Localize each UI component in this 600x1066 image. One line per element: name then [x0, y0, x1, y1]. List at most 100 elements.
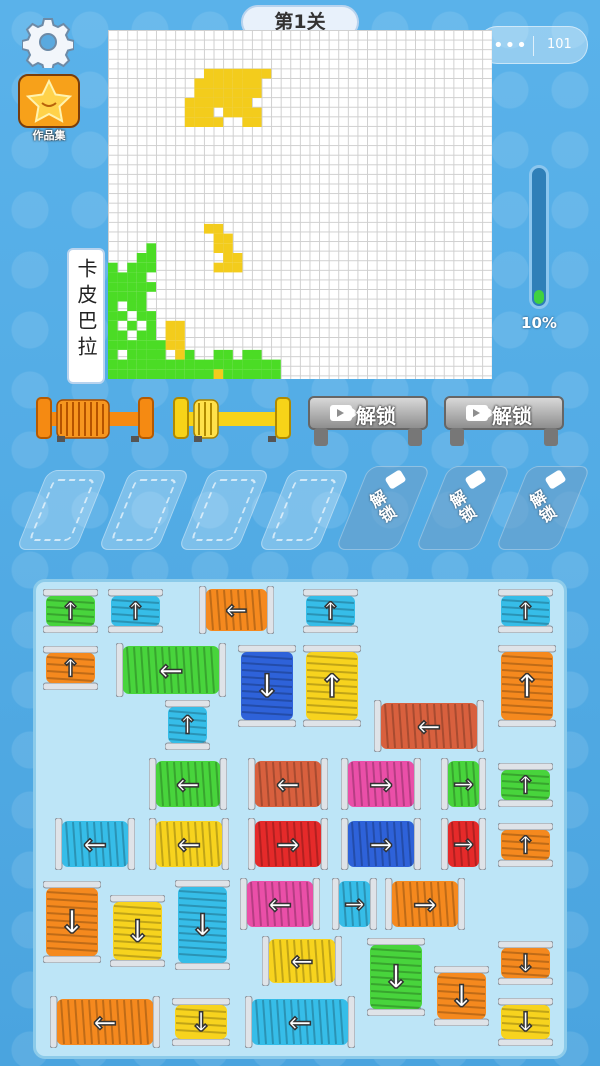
- orange-spool-down[interactable]: ↓: [497, 940, 554, 986]
- pixel-yellow: [213, 88, 224, 98]
- spool-graphic: ↓: [237, 644, 297, 728]
- yellow-spool-up[interactable]: ↑: [302, 644, 362, 728]
- pixel-yellow: [223, 243, 233, 253]
- pixel-yellow: [242, 88, 252, 98]
- pixel-green: [204, 369, 214, 379]
- orange-spool-left[interactable]: ←: [49, 995, 161, 1049]
- arrow-up-icon: ↑: [514, 667, 541, 705]
- green-spool-up[interactable]: ↑: [497, 762, 554, 808]
- pixel-green: [223, 349, 233, 360]
- pink-spool-left[interactable]: ←: [239, 877, 321, 931]
- pixel-yellow: [232, 107, 243, 118]
- cyan-spool-right[interactable]: →: [331, 877, 378, 931]
- orange-reel[interactable]: [35, 392, 155, 444]
- orange-spool-down[interactable]: ↓: [433, 965, 490, 1027]
- yellow-spool-down[interactable]: ↓: [109, 894, 166, 968]
- pixel-yellow: [213, 262, 224, 273]
- arrow-right-icon: →: [344, 890, 365, 919]
- pixel-green: [146, 262, 156, 273]
- pixel-green: [146, 243, 156, 253]
- pixel-grid: [108, 30, 492, 379]
- gear-icon[interactable]: [22, 16, 74, 68]
- pixel-yellow: [223, 253, 233, 263]
- orange-spool-right[interactable]: →: [384, 877, 466, 931]
- orange-spool-up[interactable]: ↑: [42, 645, 99, 691]
- orange-spool-down[interactable]: ↓: [42, 880, 102, 964]
- red-spool-right[interactable]: →: [247, 817, 329, 871]
- pixel-green: [117, 369, 128, 379]
- yellow-spool-down[interactable]: ↓: [497, 997, 554, 1047]
- pixel-yellow: [232, 78, 243, 89]
- pixel-yellow: [175, 349, 185, 360]
- pixel-green: [261, 359, 272, 370]
- works-button[interactable]: 作品集: [16, 74, 82, 142]
- unlock-reel-button-2[interactable]: 解锁: [444, 396, 564, 430]
- green-spool-right[interactable]: →: [440, 757, 487, 811]
- red-spool-right[interactable]: →: [440, 817, 487, 871]
- pixel-green: [184, 359, 195, 370]
- yellow-spool-down[interactable]: ↓: [171, 997, 231, 1047]
- unlock-reel-button-1[interactable]: 解锁: [308, 396, 428, 430]
- cyan-spool-up[interactable]: ↑: [107, 588, 164, 634]
- pixel-green: [175, 369, 185, 379]
- pixel-yellow: [165, 330, 176, 341]
- rust-spool-left[interactable]: ←: [373, 699, 485, 753]
- arrow-right-icon: →: [369, 827, 393, 861]
- mini-program-capsule[interactable]: ••• 101: [478, 26, 588, 64]
- spool-graphic: ↑: [302, 644, 362, 728]
- arrow-left-icon: ←: [288, 1005, 312, 1039]
- pixel-yellow: [194, 88, 204, 98]
- rust-spool-left[interactable]: ←: [247, 757, 329, 811]
- close-icon[interactable]: 101: [547, 37, 572, 52]
- pixel-yellow: [223, 262, 233, 273]
- pixel-green: [146, 359, 156, 370]
- arrow-left-icon: ←: [83, 827, 107, 861]
- yellow-spool-left[interactable]: ←: [148, 817, 230, 871]
- pixel-green: [156, 359, 166, 370]
- spool-graphic: →: [247, 817, 329, 871]
- blue-spool-right[interactable]: →: [340, 817, 422, 871]
- pixel-yellow: [194, 117, 204, 127]
- pixel-yellow: [242, 117, 252, 127]
- pixel-yellow: [232, 88, 243, 98]
- yellow-spool-left[interactable]: ←: [261, 935, 343, 987]
- cyan-spool-up[interactable]: ↑: [164, 699, 211, 751]
- arrow-up-icon: ↑: [177, 711, 198, 740]
- cyan-spool-left[interactable]: ←: [54, 817, 136, 871]
- green-spool-left[interactable]: ←: [115, 642, 227, 698]
- spool-graphic: ↓: [497, 997, 554, 1047]
- green-spool-down[interactable]: ↓: [366, 937, 426, 1017]
- cyan-spool-up[interactable]: ↑: [497, 588, 554, 634]
- cyan-spool-left[interactable]: ←: [244, 995, 356, 1049]
- spool-graphic: ↑: [42, 588, 99, 634]
- spool-graphic: →: [440, 757, 487, 811]
- yellow-reel[interactable]: [172, 392, 292, 444]
- orange-spool-up[interactable]: ↑: [497, 644, 557, 728]
- blue-spool-down[interactable]: ↓: [237, 644, 297, 728]
- pixel-green: [108, 359, 118, 370]
- arrow-down-icon: ↓: [190, 1007, 212, 1038]
- pixel-green: [127, 359, 137, 370]
- pixel-green: [194, 359, 204, 370]
- orange-spool-left[interactable]: ←: [198, 585, 275, 635]
- pixel-green: [146, 320, 156, 331]
- pixel-yellow: [252, 88, 262, 98]
- pixel-green: [252, 349, 262, 360]
- green-spool-left[interactable]: ←: [148, 757, 228, 811]
- cyan-spool-down[interactable]: ↓: [174, 879, 231, 971]
- pixel-green: [213, 359, 224, 370]
- pink-spool-right[interactable]: →: [340, 757, 422, 811]
- orange-spool-up[interactable]: ↑: [497, 822, 554, 868]
- arrow-left-icon: ←: [159, 653, 184, 688]
- cyan-spool-up[interactable]: ↑: [302, 588, 359, 634]
- spool-graphic: ↑: [42, 645, 99, 691]
- pixel-green: [136, 272, 147, 283]
- green-spool-up[interactable]: ↑: [42, 588, 99, 634]
- pixel-green: [223, 369, 233, 379]
- pixel-yellow: [194, 97, 204, 108]
- more-icon[interactable]: •••: [493, 35, 528, 56]
- works-label: 作品集: [32, 129, 66, 142]
- pixel-green: [108, 311, 118, 321]
- pixel-green: [156, 349, 166, 360]
- pixel-green: [117, 330, 128, 341]
